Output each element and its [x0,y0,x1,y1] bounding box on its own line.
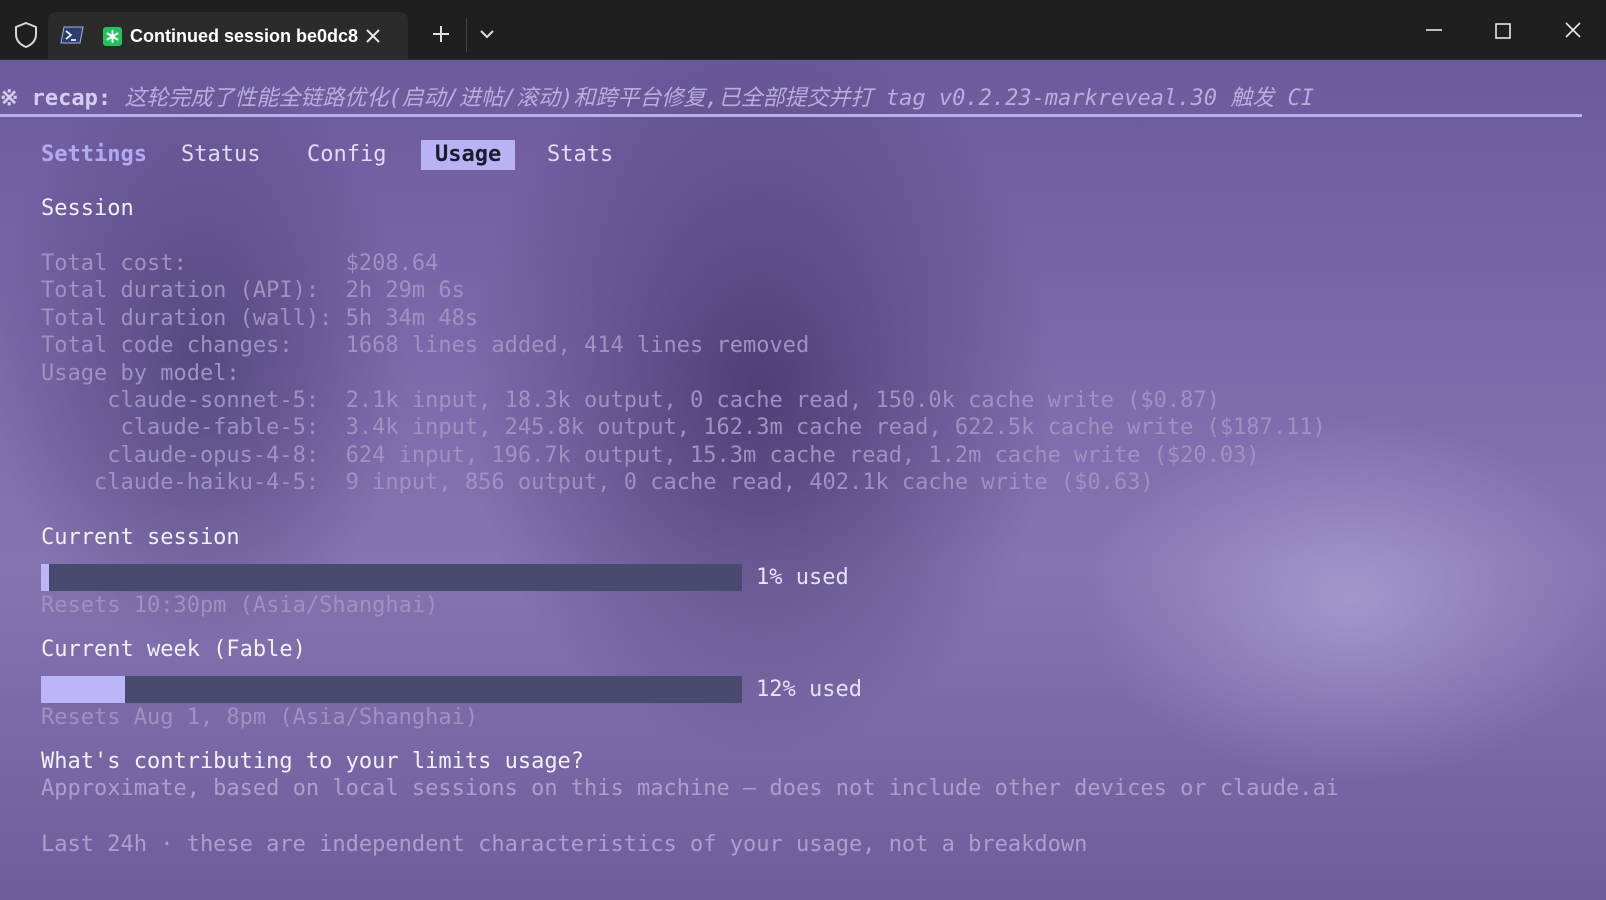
close-icon[interactable] [1563,20,1583,40]
tab-status[interactable]: Status [181,140,260,170]
powershell-icon [60,26,84,44]
terminal-tab[interactable]: Continued session be0dc8 [48,12,408,59]
tab-settings[interactable]: Settings [41,140,147,170]
session-heading: Session [41,196,134,221]
plus-icon[interactable] [431,24,451,44]
recap-line: ※ recap: 这轮完成了性能全链路优化(启动/进帖/滚动)和跨平台修复,已全… [0,86,1590,112]
current-session-title: Current session [41,525,240,550]
total-code-changes: Total code changes: 1668 lines added, 41… [41,333,810,358]
model-usage-row: claude-opus-4-8: 624 input, 196.7k outpu… [41,443,1260,468]
total-cost: Total cost: $208.64 [41,251,439,276]
usage-by-model-label: Usage by model: [41,361,240,386]
title-bar: Continued session be0dc8 [0,0,1606,60]
total-duration-api: Total duration (API): 2h 29m 6s [41,278,465,303]
tab-title: Continued session be0dc8 [130,26,359,46]
recap-divider [0,114,1582,117]
current-week-resets: Resets Aug 1, 8pm (Asia/Shanghai) [41,705,479,730]
tab-config[interactable]: Config [307,140,386,170]
current-week-progress [41,676,742,703]
contrib-question: What's contributing to your limits usage… [41,749,585,774]
tab-usage[interactable]: Usage [421,140,516,170]
current-session-used: 1% used [756,565,849,590]
tab-separator [466,18,467,52]
recap-text: 这轮完成了性能全链路优化(启动/进帖/滚动)和跨平台修复,已全部提交并打 tag… [111,86,1314,111]
model-usage-row: claude-haiku-4-5: 9 input, 856 output, 0… [41,470,1154,495]
minimize-icon[interactable] [1424,22,1444,38]
current-session-progress-fill [41,564,49,591]
terminal-pane[interactable]: ※ recap: 这轮完成了性能全链路优化(启动/进帖/滚动)和跨平台修复,已全… [0,60,1606,900]
recap-label: ※ recap: [0,86,112,111]
shield-icon[interactable] [14,22,38,48]
asterisk-icon [103,27,122,46]
chevron-down-icon[interactable] [478,27,496,41]
current-session-resets: Resets 10:30pm (Asia/Shanghai) [41,593,439,618]
model-usage-row: claude-fable-5: 3.4k input, 245.8k outpu… [41,415,1326,440]
current-week-title: Current week (Fable) [41,637,306,662]
tab-stats[interactable]: Stats [547,140,613,170]
current-week-used: 12% used [756,677,862,702]
contrib-note: Approximate, based on local sessions on … [41,776,1340,801]
total-duration-wall: Total duration (wall): 5h 34m 48s [41,306,479,331]
current-session-progress [41,564,742,591]
close-icon[interactable] [362,25,384,47]
contrib-last24: Last 24h · these are independent charact… [41,832,1088,857]
current-week-progress-fill [41,676,125,703]
maximize-icon[interactable] [1494,22,1512,40]
model-usage-row: claude-sonnet-5: 2.1k input, 18.3k outpu… [41,388,1220,413]
